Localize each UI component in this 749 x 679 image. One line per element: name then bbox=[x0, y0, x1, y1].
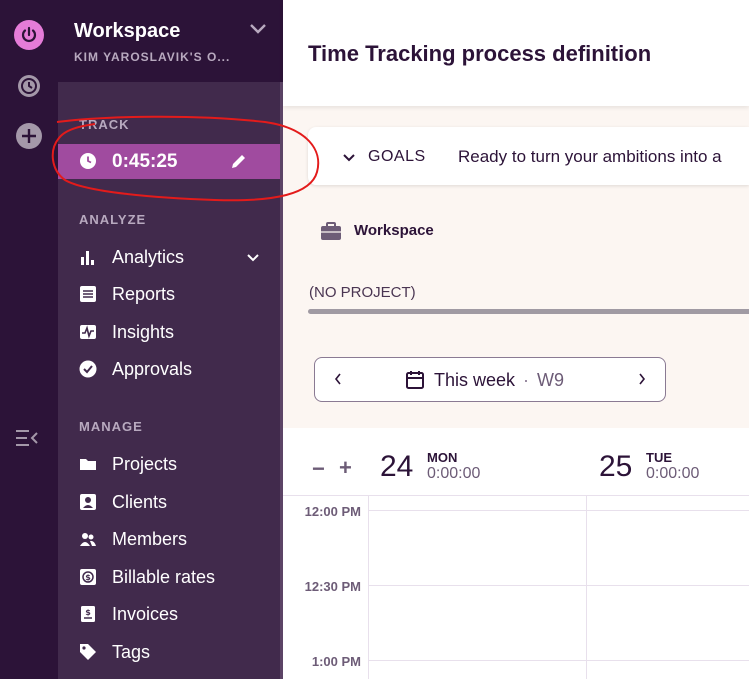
day-total: 0:00:00 bbox=[646, 465, 700, 482]
chevron-down-icon bbox=[342, 150, 356, 168]
icon-rail bbox=[0, 0, 58, 679]
page-header: Time Tracking process definition bbox=[283, 0, 749, 106]
running-timer[interactable]: 0:45:25 bbox=[58, 144, 280, 179]
day-name: TUE bbox=[646, 450, 672, 465]
sidebar-item-label: Invoices bbox=[112, 604, 179, 624]
grid-line bbox=[368, 510, 749, 511]
time-label: 12:30 PM bbox=[304, 579, 361, 594]
members-icon bbox=[79, 530, 97, 548]
clock-icon bbox=[79, 152, 97, 175]
chevron-left-icon[interactable] bbox=[333, 371, 343, 392]
workspace-chip[interactable]: Workspace bbox=[354, 222, 434, 239]
sidebar-item-label: Clients bbox=[112, 492, 168, 512]
sidebar-item-reports[interactable]: Reports bbox=[58, 277, 280, 311]
goals-label: GOALS bbox=[368, 148, 426, 165]
client-icon bbox=[79, 493, 97, 511]
sidebar-item-members[interactable]: Members bbox=[58, 522, 280, 556]
invoice-icon: $ bbox=[79, 605, 97, 623]
power-icon[interactable] bbox=[14, 20, 44, 50]
sidebar-item-label: Approvals bbox=[112, 359, 193, 379]
no-project-label: (NO PROJECT) bbox=[309, 284, 416, 301]
sidebar-item-analytics[interactable]: Analytics bbox=[58, 240, 280, 274]
grid-line bbox=[283, 495, 749, 496]
sidebar-item-approvals[interactable]: Approvals bbox=[58, 352, 280, 386]
sidebar-item-projects[interactable]: Projects bbox=[58, 447, 280, 481]
week-picker: This week · W9 bbox=[314, 357, 666, 402]
grid-line bbox=[368, 660, 749, 661]
sidebar-item-label: Reports bbox=[112, 284, 176, 304]
section-label-track: TRACK bbox=[79, 117, 130, 132]
sidebar-item-clients[interactable]: Clients bbox=[58, 485, 280, 519]
page-title: Time Tracking process definition bbox=[308, 41, 652, 66]
workspace-subtitle: KIM YAROSLAVIK'S O... bbox=[74, 50, 231, 64]
collapse-menu-icon[interactable] bbox=[14, 426, 40, 450]
calendar-icon[interactable] bbox=[405, 370, 425, 395]
zoom-in-button[interactable]: + bbox=[339, 455, 352, 481]
sidebar-item-label: Tags bbox=[112, 642, 151, 662]
section-label-manage: MANAGE bbox=[79, 419, 143, 434]
workspace-switcher[interactable]: Workspace KIM YAROSLAVIK'S O... bbox=[58, 0, 283, 82]
chevron-down-icon bbox=[246, 250, 260, 268]
week-separator: · bbox=[523, 370, 529, 390]
sidebar-item-label: Projects bbox=[112, 454, 178, 474]
timer-value: 0:45:25 bbox=[112, 151, 178, 172]
folder-icon bbox=[79, 455, 97, 473]
day-number[interactable]: 25 bbox=[599, 450, 632, 484]
briefcase-icon bbox=[320, 221, 342, 246]
project-progress-bar bbox=[308, 309, 749, 314]
tag-icon bbox=[79, 643, 97, 661]
sidebar-item-label: Insights bbox=[112, 322, 175, 342]
svg-text:$: $ bbox=[85, 573, 91, 582]
check-circle-icon bbox=[79, 360, 97, 378]
grid-line bbox=[368, 495, 369, 679]
goals-message: Ready to turn your ambitions into a bbox=[458, 147, 722, 166]
grid-line bbox=[586, 495, 587, 679]
sidebar-item-tags[interactable]: Tags bbox=[58, 635, 280, 669]
sidebar-item-label: Analytics bbox=[112, 247, 185, 267]
chevron-down-icon bbox=[248, 22, 268, 41]
insights-icon bbox=[79, 323, 97, 341]
sidebar-item-billable-rates[interactable]: $ Billable rates bbox=[58, 560, 280, 594]
week-number: W9 bbox=[537, 370, 564, 390]
grid-line bbox=[368, 585, 749, 586]
sidebar-item-label: Members bbox=[112, 529, 188, 549]
pencil-icon[interactable] bbox=[230, 152, 248, 175]
day-total: 0:00:00 bbox=[427, 465, 481, 482]
bar-chart-icon bbox=[79, 248, 97, 266]
sidebar: Workspace KIM YAROSLAVIK'S O... TRACK 0:… bbox=[58, 0, 283, 679]
dollar-icon: $ bbox=[79, 568, 97, 586]
report-icon bbox=[79, 285, 97, 303]
history-icon[interactable] bbox=[14, 71, 44, 101]
week-label[interactable]: This week bbox=[434, 370, 515, 391]
zoom-out-button[interactable]: − bbox=[312, 456, 325, 482]
sidebar-item-insights[interactable]: Insights bbox=[58, 315, 280, 349]
time-label: 12:00 PM bbox=[304, 504, 361, 519]
chevron-right-icon[interactable] bbox=[637, 371, 647, 392]
day-name: MON bbox=[427, 450, 458, 465]
calendar-grid: − + 24 MON 0:00:00 25 TUE 0:00:00 12:00 … bbox=[283, 428, 749, 679]
add-icon[interactable] bbox=[14, 121, 44, 151]
sidebar-item-invoices[interactable]: $ Invoices bbox=[58, 597, 280, 631]
time-label: 1:00 PM bbox=[311, 654, 361, 669]
day-number[interactable]: 24 bbox=[380, 450, 413, 484]
svg-text:$: $ bbox=[85, 608, 91, 617]
section-label-analyze: ANALYZE bbox=[79, 212, 147, 227]
goals-banner[interactable]: GOALS Ready to turn your ambitions into … bbox=[308, 127, 749, 185]
sidebar-item-label: Billable rates bbox=[112, 567, 216, 587]
workspace-title: Workspace bbox=[74, 20, 181, 42]
